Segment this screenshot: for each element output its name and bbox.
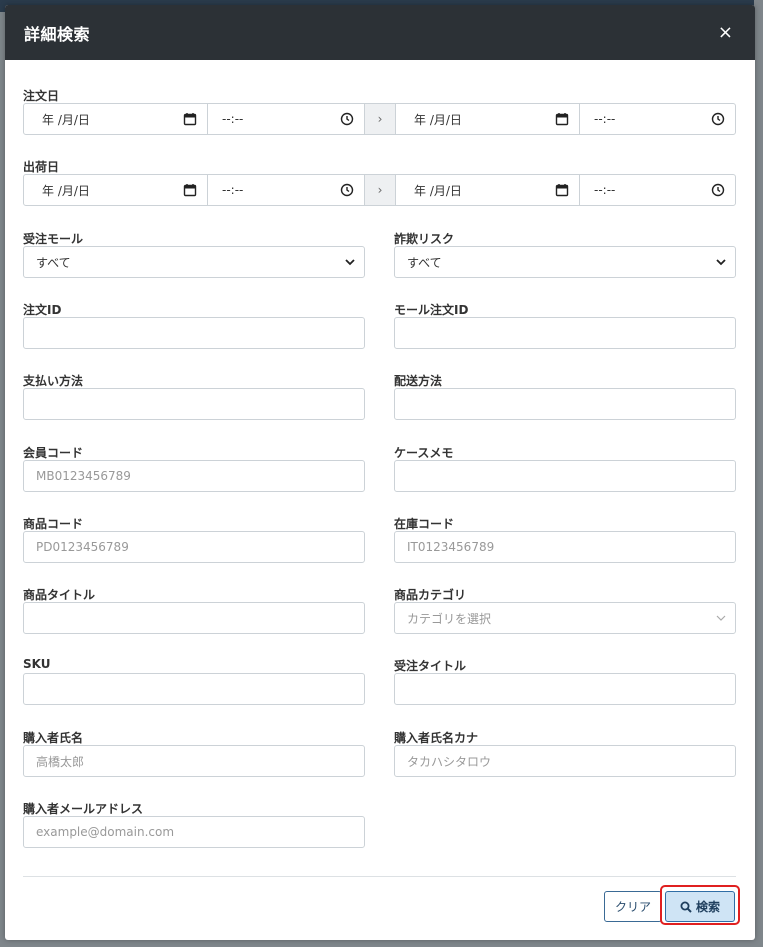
mall-label: 受注モール <box>23 232 84 246</box>
footer-divider <box>23 876 736 877</box>
mall-order-id-label: モール注文ID <box>394 303 469 317</box>
search-button-label: 検索 <box>695 900 720 914</box>
chevron-down-icon <box>345 259 355 266</box>
ship-date-label: 出荷日 <box>23 160 60 174</box>
product-category-label: 商品カテゴリ <box>394 588 467 602</box>
fraud-risk-label: 詐欺リスク <box>394 232 455 246</box>
payment-method-label: 支払い方法 <box>23 374 84 388</box>
product-title-label: 商品タイトル <box>23 588 96 602</box>
chevron-down-icon <box>716 615 726 621</box>
modal-title: 詳細検索 <box>24 24 91 44</box>
buyer-name-label: 購入者氏名 <box>23 731 84 745</box>
mall-order-id-input[interactable] <box>394 317 736 349</box>
case-memo-input[interactable] <box>394 460 736 492</box>
background-page <box>754 0 763 947</box>
clock-icon[interactable] <box>340 112 354 126</box>
order-title-label: 受注タイトル <box>394 659 467 673</box>
sku-input[interactable] <box>23 673 365 705</box>
calendar-icon[interactable] <box>183 183 197 197</box>
clock-icon[interactable] <box>711 112 725 126</box>
order-time-to-input[interactable]: --:-- <box>580 104 735 134</box>
order-title-input[interactable] <box>394 673 736 705</box>
buyer-kana-input[interactable]: タカハシタロウ <box>394 745 736 777</box>
order-date-label: 注文日 <box>23 89 60 103</box>
modal-header: 詳細検索 × <box>5 5 755 60</box>
shipping-method-label: 配送方法 <box>394 374 443 388</box>
mall-select[interactable]: すべて <box>23 246 365 278</box>
advanced-search-modal: 詳細検索 × 注文日 年 /月/日 --:-- › 年 /月/日 --:-- 出… <box>5 5 755 940</box>
shipping-method-input[interactable] <box>394 388 736 420</box>
order-date-range: 年 /月/日 --:-- › 年 /月/日 --:-- <box>23 103 736 135</box>
stock-code-input[interactable]: IT0123456789 <box>394 531 736 563</box>
case-memo-label: ケースメモ <box>394 446 454 460</box>
order-date-from-input[interactable]: 年 /月/日 <box>24 104 208 134</box>
buyer-kana-label: 購入者氏名カナ <box>394 731 479 745</box>
calendar-icon[interactable] <box>555 183 569 197</box>
chevron-down-icon <box>716 259 726 266</box>
product-category-select[interactable]: カテゴリを選択 <box>394 602 736 634</box>
order-id-label: 注文ID <box>23 303 62 317</box>
clock-icon[interactable] <box>340 183 354 197</box>
range-separator: › <box>365 175 396 205</box>
fraud-risk-select[interactable]: すべて <box>394 246 736 278</box>
ship-date-to-input[interactable]: 年 /月/日 <box>396 175 580 205</box>
stock-code-label: 在庫コード <box>394 517 455 531</box>
member-code-label: 会員コード <box>23 446 84 460</box>
search-icon <box>680 901 692 913</box>
calendar-icon[interactable] <box>555 112 569 126</box>
buyer-email-input[interactable]: example@domain.com <box>23 816 365 848</box>
product-title-input[interactable] <box>23 602 365 634</box>
payment-method-input[interactable] <box>23 388 365 420</box>
sku-label: SKU <box>23 657 51 671</box>
product-code-input[interactable]: PD0123456789 <box>23 531 365 563</box>
order-id-input[interactable] <box>23 317 365 349</box>
ship-time-from-input[interactable]: --:-- <box>208 175 365 205</box>
buyer-name-input[interactable]: 高橋太郎 <box>23 745 365 777</box>
search-button[interactable]: 検索 <box>665 891 735 922</box>
buyer-email-label: 購入者メールアドレス <box>23 802 144 816</box>
product-code-label: 商品コード <box>23 517 84 531</box>
range-separator: › <box>365 104 396 134</box>
ship-date-from-input[interactable]: 年 /月/日 <box>24 175 208 205</box>
clock-icon[interactable] <box>711 183 725 197</box>
clear-button[interactable]: クリア <box>604 891 662 922</box>
close-button[interactable]: × <box>718 23 733 42</box>
member-code-input[interactable]: MB0123456789 <box>23 460 365 492</box>
order-date-to-input[interactable]: 年 /月/日 <box>396 104 580 134</box>
calendar-icon[interactable] <box>183 112 197 126</box>
order-time-from-input[interactable]: --:-- <box>208 104 365 134</box>
ship-date-range: 年 /月/日 --:-- › 年 /月/日 --:-- <box>23 174 736 206</box>
ship-time-to-input[interactable]: --:-- <box>580 175 735 205</box>
